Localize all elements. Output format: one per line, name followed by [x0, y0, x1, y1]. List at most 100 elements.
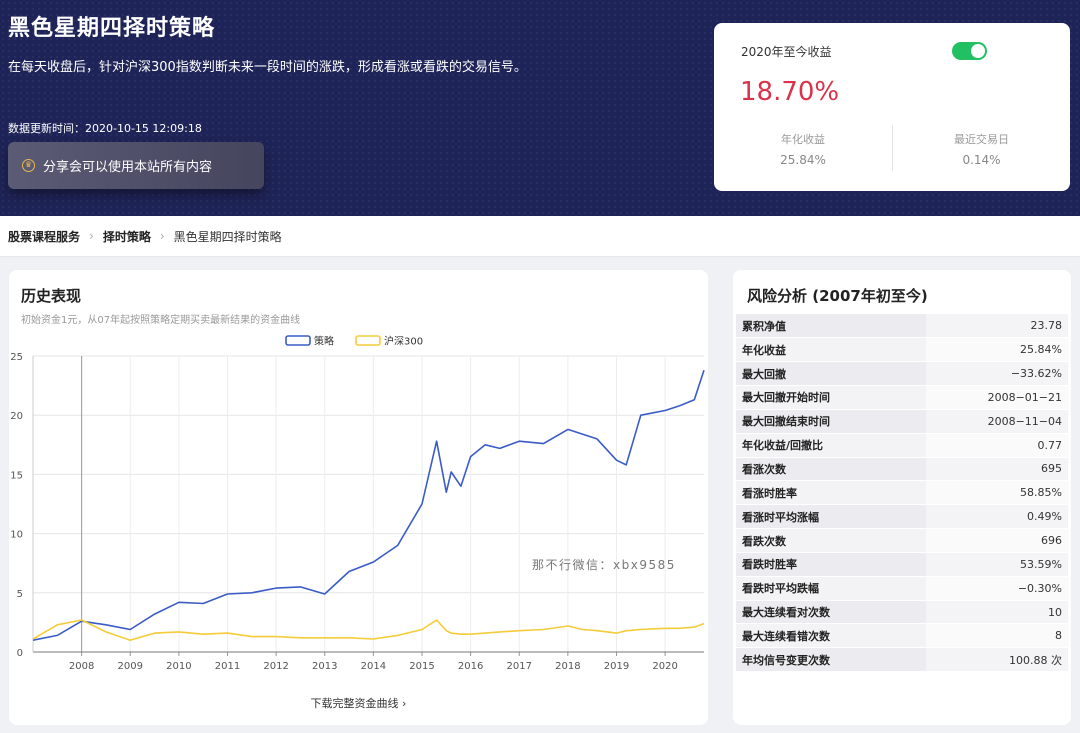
ytd-return-value: 18.70% — [740, 77, 840, 107]
x-tick-label: 2010 — [166, 661, 191, 672]
risk-metric-label: 最大连续看错次数 — [736, 623, 926, 649]
recent-day-block: 最近交易日 0.14% — [892, 125, 1070, 171]
history-subtitle: 初始资金1元，从07年起按照策略定期买卖最新结果的资金曲线 — [21, 315, 301, 326]
annual-return-block: 年化收益 25.84% — [714, 125, 892, 167]
x-tick-label: 2019 — [604, 661, 629, 672]
download-curve-link[interactable]: 下载完整资金曲线 › — [9, 695, 708, 711]
x-tick-label: 2016 — [458, 661, 483, 672]
risk-panel: 风险分析 (2007年初至今) 累积净值 23.78 年化收益 25.84% 最大回撤 −… — [733, 270, 1071, 725]
risk-metric-label: 最大回撤结束时间 — [736, 409, 926, 434]
y-tick-label: 5 — [17, 589, 23, 600]
risk-metric-value: 10 — [926, 600, 1068, 625]
risk-metric-label: 年化收益/回撤比 — [736, 433, 926, 458]
breadcrumb-current: 黑色星期四择时策略 — [173, 229, 282, 244]
risk-metric-label: 累积净值 — [736, 314, 926, 339]
risk-metric-label: 年化收益 — [736, 337, 926, 363]
risk-metric-value: −33.62% — [926, 361, 1068, 387]
chevron-right-icon: › — [159, 229, 165, 243]
x-tick-label: 2018 — [555, 661, 580, 672]
x-tick-label: 2015 — [409, 661, 434, 672]
legend-swatch — [285, 335, 311, 346]
watermark-text: 那不行微信：xbx9585 — [532, 558, 676, 572]
breadcrumb-stock-courses[interactable]: 股票课程服务 — [8, 228, 80, 245]
header-banner: 黑色星期四择时策略 在每天收盘后，针对沪深300指数判断未来一段时间的涨跌，形成… — [0, 0, 1080, 216]
x-tick-label: 2008 — [69, 661, 94, 672]
risk-metric-label: 最大连续看对次数 — [736, 600, 926, 625]
x-tick-label: 2009 — [118, 661, 143, 672]
risk-metric-value: 58.85% — [926, 480, 1068, 506]
y-tick-label: 25 — [10, 352, 23, 363]
risk-metric-value: 53.59% — [926, 552, 1068, 577]
return-toggle[interactable] — [952, 42, 987, 60]
x-tick-label: 2017 — [507, 661, 532, 672]
chevron-right-icon: › — [89, 229, 94, 243]
legend-label: 策略 — [314, 335, 334, 348]
risk-row: 最大回撤结束时间 2008−11−04 — [736, 409, 1068, 434]
risk-metric-label: 看涨时平均涨幅 — [736, 504, 926, 530]
risk-metric-label: 看跌次数 — [736, 528, 926, 553]
risk-metric-label: 年均信号变更次数 — [736, 647, 926, 673]
risk-title: 风险分析 (2007年初至今) — [747, 287, 928, 305]
risk-metric-value: 2008−11−04 — [926, 409, 1068, 434]
risk-table: 累积净值 23.78 年化收益 25.84% 最大回撤 −33.62% 最大回撤开始时间 20… — [736, 314, 1068, 673]
risk-row: 最大回撤 −33.62% — [736, 361, 1068, 387]
risk-row: 看跌时平均跌幅 −0.30% — [736, 576, 1068, 601]
risk-metric-label: 看跌时胜率 — [736, 552, 926, 577]
x-tick-label: 2011 — [215, 661, 240, 672]
strategy-description: 在每天收盘后，针对沪深300指数判断未来一段时间的涨跌，形成看涨或看跌的交易信号… — [8, 60, 527, 75]
update-time: 数据更新时间：2020-10-15 12:09:18 — [8, 122, 202, 135]
risk-metric-value: 696 — [926, 528, 1068, 553]
crown-icon: ♛ — [22, 159, 35, 172]
y-tick-label: 15 — [10, 470, 23, 481]
risk-row: 最大回撤开始时间 2008−01−21 — [736, 385, 1068, 410]
legend-swatch — [355, 335, 381, 346]
page-title: 黑色星期四择时策略 — [8, 16, 216, 41]
recent-day-value: 0.14% — [962, 153, 1001, 167]
y-tick-label: 20 — [10, 411, 23, 422]
risk-metric-value: 0.49% — [926, 504, 1068, 530]
risk-metric-value: 25.84% — [926, 337, 1068, 363]
legend-label: 沪深300 — [384, 335, 423, 348]
risk-metric-value: 100.88 次 — [926, 647, 1068, 673]
risk-row: 最大连续看对次数 10 — [736, 600, 1068, 625]
y-tick-label: 0 — [17, 648, 23, 659]
share-label: 分享会可以使用本站所有内容 — [43, 160, 213, 175]
risk-metric-label: 最大回撤开始时间 — [736, 385, 926, 410]
risk-metric-label: 最大回撤 — [736, 361, 926, 387]
series-line-strategy — [32, 369, 705, 641]
risk-row: 看跌次数 696 — [736, 528, 1068, 553]
history-panel: 历史表现 初始资金1元，从07年起按照策略定期买卖最新结果的资金曲线 0 5 10 1… — [9, 270, 708, 725]
risk-row: 看涨次数 695 — [736, 457, 1068, 482]
y-tick-label: 10 — [10, 530, 23, 541]
returns-card: 2020年至今收益 18.70% 年化收益 25.84% 最近交易日 0.14% — [714, 23, 1070, 191]
risk-metric-value: 23.78 — [926, 314, 1068, 339]
risk-metric-value: 2008−01−21 — [926, 385, 1068, 410]
risk-row: 年化收益 25.84% — [736, 337, 1068, 363]
risk-row: 最大连续看错次数 8 — [736, 623, 1068, 649]
x-tick-label: 2013 — [312, 661, 337, 672]
x-tick-label: 2012 — [263, 661, 288, 672]
annual-return-value: 25.84% — [780, 153, 826, 167]
breadcrumb-timing-strategies[interactable]: 择时策略 — [103, 228, 151, 245]
risk-row: 年均信号变更次数 100.88 次 — [736, 647, 1068, 673]
risk-metric-value: 695 — [926, 457, 1068, 482]
risk-row: 看涨时平均涨幅 0.49% — [736, 504, 1068, 530]
risk-row: 年化收益/回撤比 0.77 — [736, 433, 1068, 458]
risk-row: 看涨时胜率 58.85% — [736, 480, 1068, 506]
risk-metric-label: 看跌时平均跌幅 — [736, 576, 926, 601]
risk-metric-value: −0.30% — [926, 576, 1068, 601]
history-title: 历史表现 — [21, 287, 82, 305]
risk-row: 累积净值 23.78 — [736, 314, 1068, 339]
equity-curve-chart[interactable]: 0 5 10 15 20 25 2008 2009 2010 2011 2012 2013 2014 20… — [9, 330, 708, 730]
breadcrumb: 股票课程服务 › 择时策略 › 黑色星期四择时策略 — [0, 216, 1080, 257]
risk-row: 看跌时胜率 53.59% — [736, 552, 1068, 577]
risk-metric-label: 看涨次数 — [736, 457, 926, 482]
ytd-return-label: 2020年至今收益 — [741, 45, 832, 59]
risk-metric-value: 8 — [926, 623, 1068, 649]
x-tick-label: 2020 — [652, 661, 677, 672]
risk-metric-label: 看涨时胜率 — [736, 480, 926, 506]
risk-metric-value: 0.77 — [926, 433, 1068, 458]
share-membership-button[interactable]: ♛ 分享会可以使用本站所有内容 — [8, 142, 264, 189]
recent-day-label: 最近交易日 — [954, 133, 1009, 146]
annual-return-label: 年化收益 — [781, 133, 825, 146]
